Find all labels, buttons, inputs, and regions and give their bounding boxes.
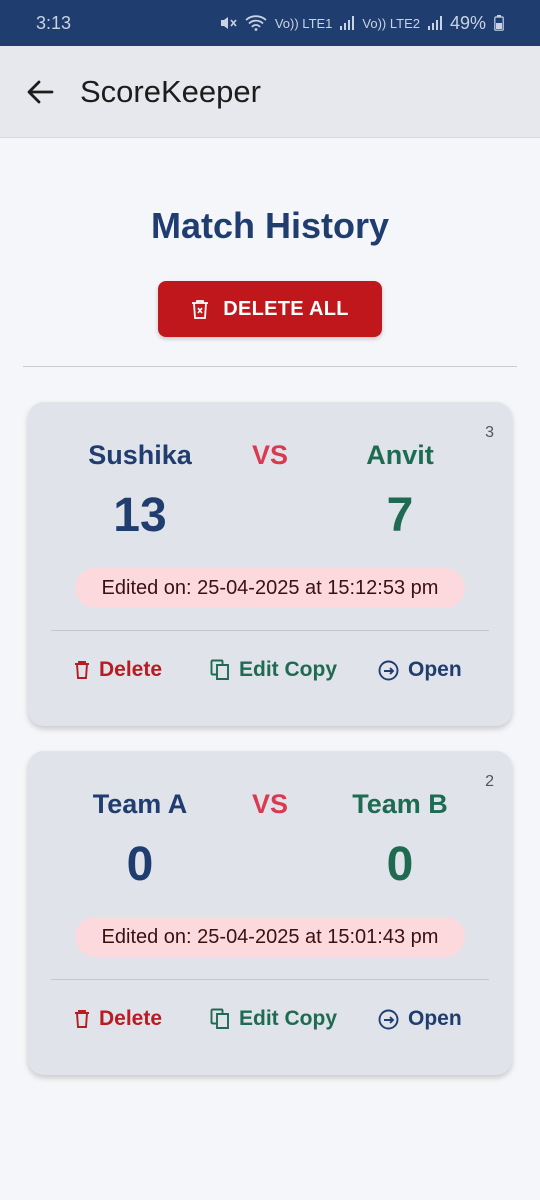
delete-all-label: DELETE ALL xyxy=(223,297,349,320)
copy-icon xyxy=(210,1008,229,1029)
card-divider xyxy=(51,630,489,631)
delete-button[interactable]: Delete xyxy=(74,999,162,1039)
match-card: 2 Team A VS Team B 0 0 Edited on: 25-04-… xyxy=(28,751,512,1075)
open-button[interactable]: Open xyxy=(378,650,462,690)
arrow-left-icon xyxy=(27,80,54,103)
copy-icon xyxy=(210,659,229,680)
vs-label: VS xyxy=(251,789,289,819)
signal-1-label: Vo)) LTE1 xyxy=(274,15,333,31)
trash-icon xyxy=(192,300,209,319)
battery-icon xyxy=(494,15,504,31)
app-bar: ScoreKeeper xyxy=(0,46,540,138)
open-circle-icon xyxy=(378,1009,399,1029)
edit-copy-label: Edit Copy xyxy=(239,658,337,681)
battery-percent: 49% xyxy=(449,12,486,33)
trash-icon xyxy=(75,1010,89,1028)
team-a-name: Team A xyxy=(92,789,188,819)
status-bar: 3:13 Vo)) LTE1 Vo)) LTE2 49% xyxy=(0,0,540,46)
edit-copy-button[interactable]: Edit Copy xyxy=(210,999,337,1039)
team-b-name: Anvit xyxy=(366,440,434,470)
back-button[interactable] xyxy=(0,46,80,138)
team-b-score: 7 xyxy=(386,489,414,542)
open-circle-icon xyxy=(378,660,399,680)
team-a-name: Sushika xyxy=(88,440,192,470)
card-divider xyxy=(51,979,489,980)
open-label: Open xyxy=(408,658,462,681)
mute-icon xyxy=(220,17,237,29)
edited-timestamp: Edited on: 25-04-2025 at 15:12:53 pm xyxy=(75,568,465,608)
team-a-score: 0 xyxy=(126,838,154,891)
page-title: Match History xyxy=(150,205,390,246)
open-label: Open xyxy=(408,1007,462,1030)
team-b-name: Team B xyxy=(352,789,448,819)
match-id: 3 xyxy=(485,424,494,441)
team-b-score: 0 xyxy=(386,838,414,891)
edit-copy-label: Edit Copy xyxy=(239,1007,337,1030)
signal-bars-icon xyxy=(427,16,442,30)
delete-label: Delete xyxy=(99,658,163,681)
match-id: 2 xyxy=(485,773,494,790)
signal-bars-icon xyxy=(340,16,355,30)
vs-label: VS xyxy=(251,440,289,470)
signal-2-label: Vo)) LTE2 xyxy=(362,15,420,31)
open-button[interactable]: Open xyxy=(378,999,462,1039)
edited-timestamp: Edited on: 25-04-2025 at 15:01:43 pm xyxy=(75,917,465,957)
delete-button[interactable]: Delete xyxy=(74,650,162,690)
status-icons: Vo)) LTE1 Vo)) LTE2 49% xyxy=(219,13,504,34)
delete-label: Delete xyxy=(99,1007,163,1030)
trash-icon xyxy=(75,661,89,679)
divider xyxy=(23,366,517,367)
team-a-score: 13 xyxy=(113,489,167,542)
status-time: 3:13 xyxy=(36,12,72,33)
delete-all-button[interactable]: DELETE ALL xyxy=(158,281,382,337)
app-title: ScoreKeeper xyxy=(80,73,261,109)
wifi-icon xyxy=(245,15,267,31)
match-card: 3 Sushika VS Anvit 13 7 Edited on: 25-04… xyxy=(28,402,512,726)
edit-copy-button[interactable]: Edit Copy xyxy=(210,650,337,690)
